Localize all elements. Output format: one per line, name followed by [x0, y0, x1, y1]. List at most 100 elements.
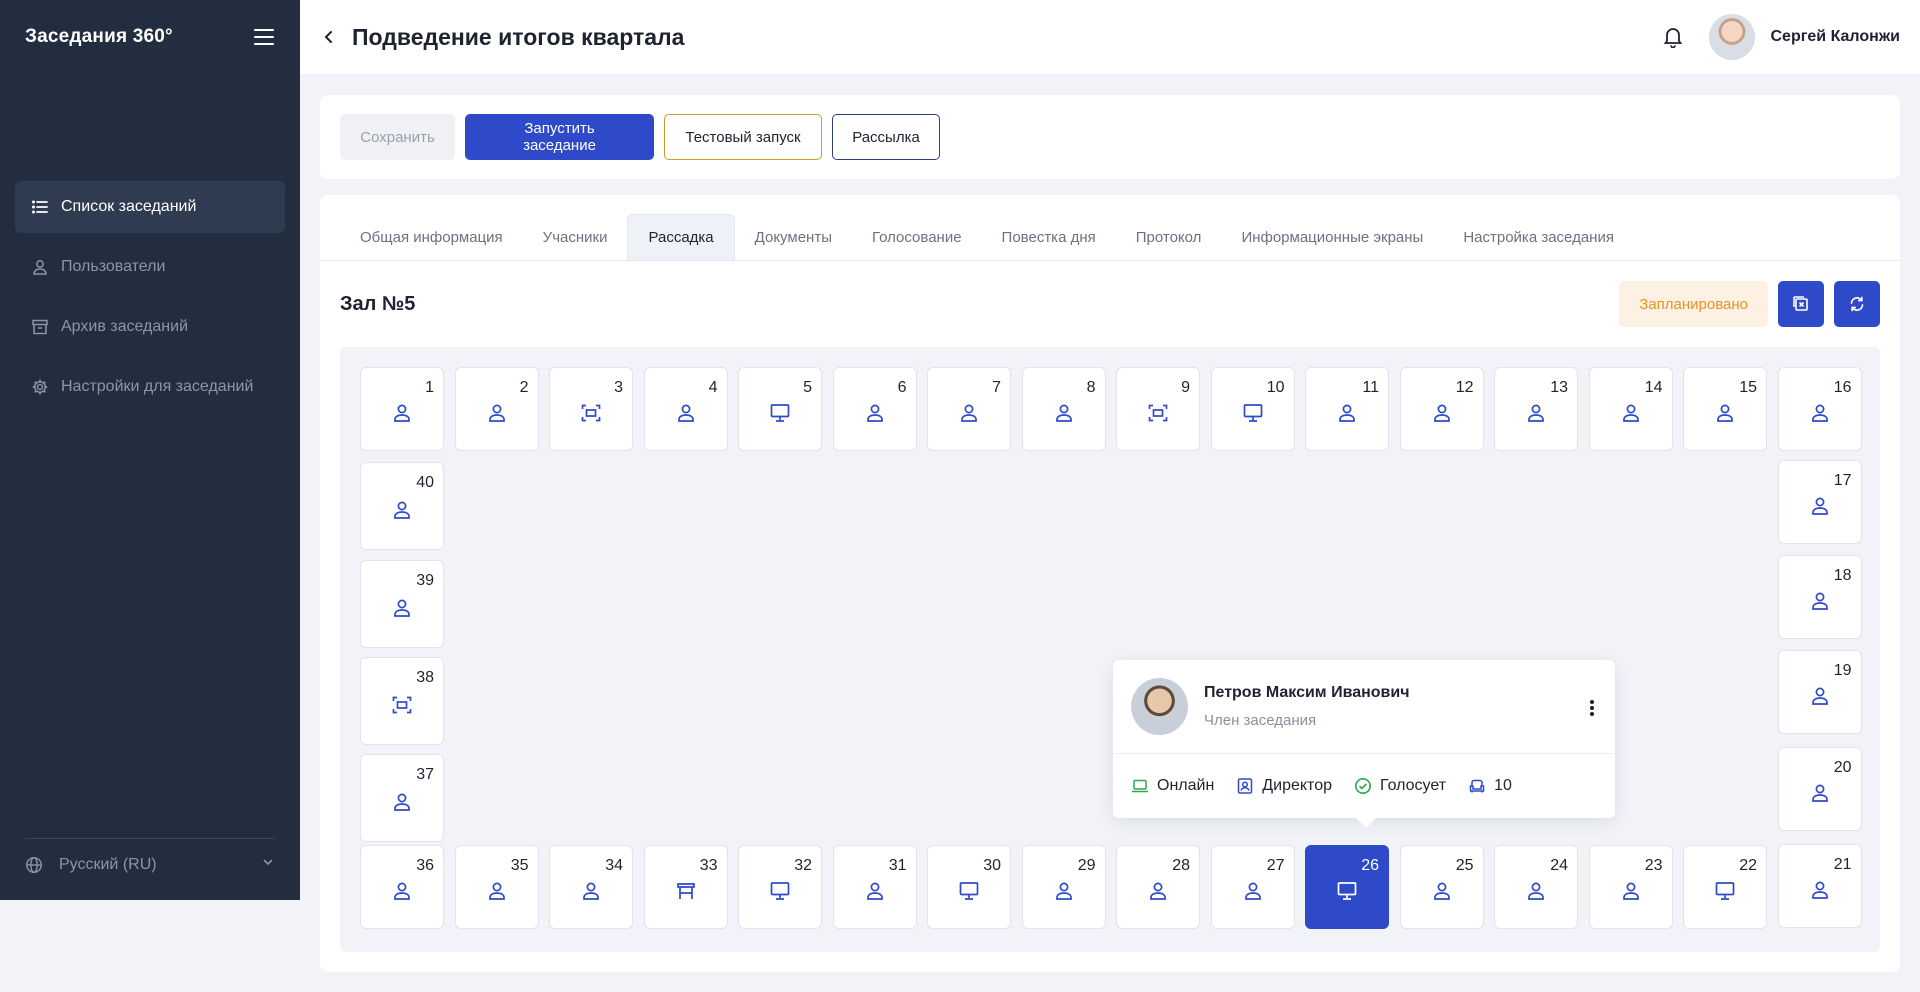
seat-18[interactable]: 18 — [1777, 555, 1862, 639]
seat-number: 38 — [416, 669, 434, 686]
seat-4[interactable]: 4 — [643, 367, 728, 451]
person-icon — [1431, 880, 1453, 902]
person-icon — [1714, 402, 1736, 424]
refresh-button[interactable] — [1834, 281, 1880, 327]
seat-17[interactable]: 17 — [1777, 460, 1862, 544]
seat-number: 31 — [888, 857, 907, 874]
user-name[interactable]: Сергей Калонжи — [1771, 28, 1901, 46]
seat-24[interactable]: 24 — [1494, 845, 1578, 929]
seat-3[interactable]: 3 — [549, 367, 633, 451]
tab-voting[interactable]: Голосование — [852, 214, 982, 260]
seat-28[interactable]: 28 — [1116, 845, 1200, 929]
person-icon — [391, 791, 413, 813]
seat-27[interactable]: 27 — [1210, 845, 1295, 929]
avatar[interactable] — [1708, 14, 1755, 60]
tab-participants[interactable]: Учасники — [523, 214, 628, 260]
seat-29[interactable]: 29 — [1021, 845, 1106, 929]
tab-documents[interactable]: Документы — [735, 214, 852, 260]
seat-25[interactable]: 25 — [1399, 845, 1484, 929]
seat-number: 36 — [416, 857, 434, 874]
seat-14[interactable]: 14 — [1588, 367, 1673, 451]
tab-seating[interactable]: Рассадка — [627, 214, 735, 260]
save-button[interactable]: Сохранить — [340, 114, 455, 160]
seat-number: 32 — [794, 857, 812, 874]
seat-23[interactable]: 23 — [1588, 845, 1673, 929]
person-icon — [864, 402, 886, 424]
seat-6[interactable]: 6 — [832, 367, 917, 451]
hall-header: Зал №5 Запланировано — [320, 261, 1900, 347]
popup-header: Петров Максим Иванович Член заседания — [1113, 660, 1615, 754]
person-icon — [1809, 495, 1831, 517]
back-icon[interactable] — [318, 26, 340, 48]
seat-15[interactable]: 15 — [1683, 367, 1767, 451]
seat-1[interactable]: 1 — [360, 367, 444, 451]
seat-number: 17 — [1833, 472, 1852, 489]
start-meeting-button[interactable]: Запустить заседание — [465, 114, 654, 160]
seat-33[interactable]: 33 — [643, 845, 728, 929]
refresh-icon — [1850, 296, 1864, 312]
person-icon — [1053, 402, 1075, 424]
bell-icon[interactable] — [1661, 25, 1685, 49]
screen-icon — [391, 694, 413, 716]
menu-icon[interactable] — [254, 29, 274, 45]
seat-8[interactable]: 8 — [1021, 367, 1106, 451]
seat-9[interactable]: 9 — [1116, 367, 1200, 451]
seat-20[interactable]: 20 — [1777, 747, 1862, 831]
sidebar-item-label: Список заседаний — [61, 198, 197, 215]
seat-16[interactable]: 16 — [1777, 367, 1862, 451]
more-options-icon[interactable] — [1589, 700, 1595, 716]
tab-meeting-settings[interactable]: Настройка заседания — [1443, 214, 1634, 260]
seat-37[interactable]: 37 — [360, 754, 444, 842]
seating-card: Общая информация Учасники Рассадка Докум… — [320, 195, 1900, 972]
seat-2[interactable]: 2 — [454, 367, 539, 451]
clear-seating-button[interactable] — [1778, 281, 1824, 327]
seat-21[interactable]: 21 — [1777, 844, 1862, 928]
seat-30[interactable]: 30 — [927, 845, 1011, 929]
sidebar-item-users[interactable]: Пользователи — [15, 241, 285, 293]
position-label: Директор — [1262, 777, 1332, 794]
seat-number: 7 — [992, 379, 1001, 396]
hall-title: Зал №5 — [340, 292, 416, 315]
seat-36[interactable]: 36 — [360, 845, 444, 929]
person-icon — [1809, 402, 1831, 424]
mailing-button[interactable]: Рассылка — [832, 114, 940, 160]
person-icon — [958, 402, 980, 424]
seat-number: 11 — [1362, 379, 1379, 396]
seat-7[interactable]: 7 — [927, 367, 1011, 451]
seat-26[interactable]: 26 — [1305, 845, 1389, 929]
seat-40[interactable]: 40 — [360, 462, 444, 550]
seat-35[interactable]: 35 — [454, 845, 539, 929]
sidebar-item-archive[interactable]: Архив заседаний — [15, 301, 285, 353]
sidebar-item-settings[interactable]: Настройки для заседаний — [15, 361, 285, 413]
seat-10[interactable]: 10 — [1210, 367, 1295, 451]
monitor-icon — [1714, 880, 1736, 902]
seat-32[interactable]: 32 — [738, 845, 822, 929]
test-run-button[interactable]: Тестовый запуск — [664, 114, 822, 160]
seat-11[interactable]: 11 — [1305, 367, 1389, 451]
tab-bar: Общая информация Учасники Рассадка Докум… — [320, 195, 1900, 261]
seat-31[interactable]: 31 — [832, 845, 917, 929]
person-icon — [1620, 402, 1642, 424]
seat-38[interactable]: 38 — [360, 657, 444, 745]
seat-39[interactable]: 39 — [360, 560, 444, 648]
person-icon — [675, 402, 697, 424]
seat-13[interactable]: 13 — [1494, 367, 1578, 451]
tab-protocol[interactable]: Протокол — [1116, 214, 1222, 260]
seat-number: 28 — [1172, 857, 1190, 874]
person-icon — [864, 880, 886, 902]
seat-12[interactable]: 12 — [1399, 367, 1484, 451]
person-icon — [486, 402, 508, 424]
sidebar-item-label: Архив заседаний — [61, 318, 188, 335]
vote-status: Голосует — [1354, 777, 1446, 795]
seat-19[interactable]: 19 — [1777, 650, 1862, 734]
seat-34[interactable]: 34 — [549, 845, 633, 929]
seat-5[interactable]: 5 — [738, 367, 822, 451]
seat-number: 39 — [416, 572, 434, 589]
tab-info-screens[interactable]: Информационные экраны — [1221, 214, 1443, 260]
tab-agenda[interactable]: Повестка дня — [982, 214, 1116, 260]
sidebar-item-meetings[interactable]: Список заседаний — [15, 181, 285, 233]
seat-number: 6 — [897, 379, 907, 396]
tab-general[interactable]: Общая информация — [340, 214, 523, 260]
seat-22[interactable]: 22 — [1683, 845, 1767, 929]
language-select[interactable]: Русский (RU) — [25, 838, 275, 874]
